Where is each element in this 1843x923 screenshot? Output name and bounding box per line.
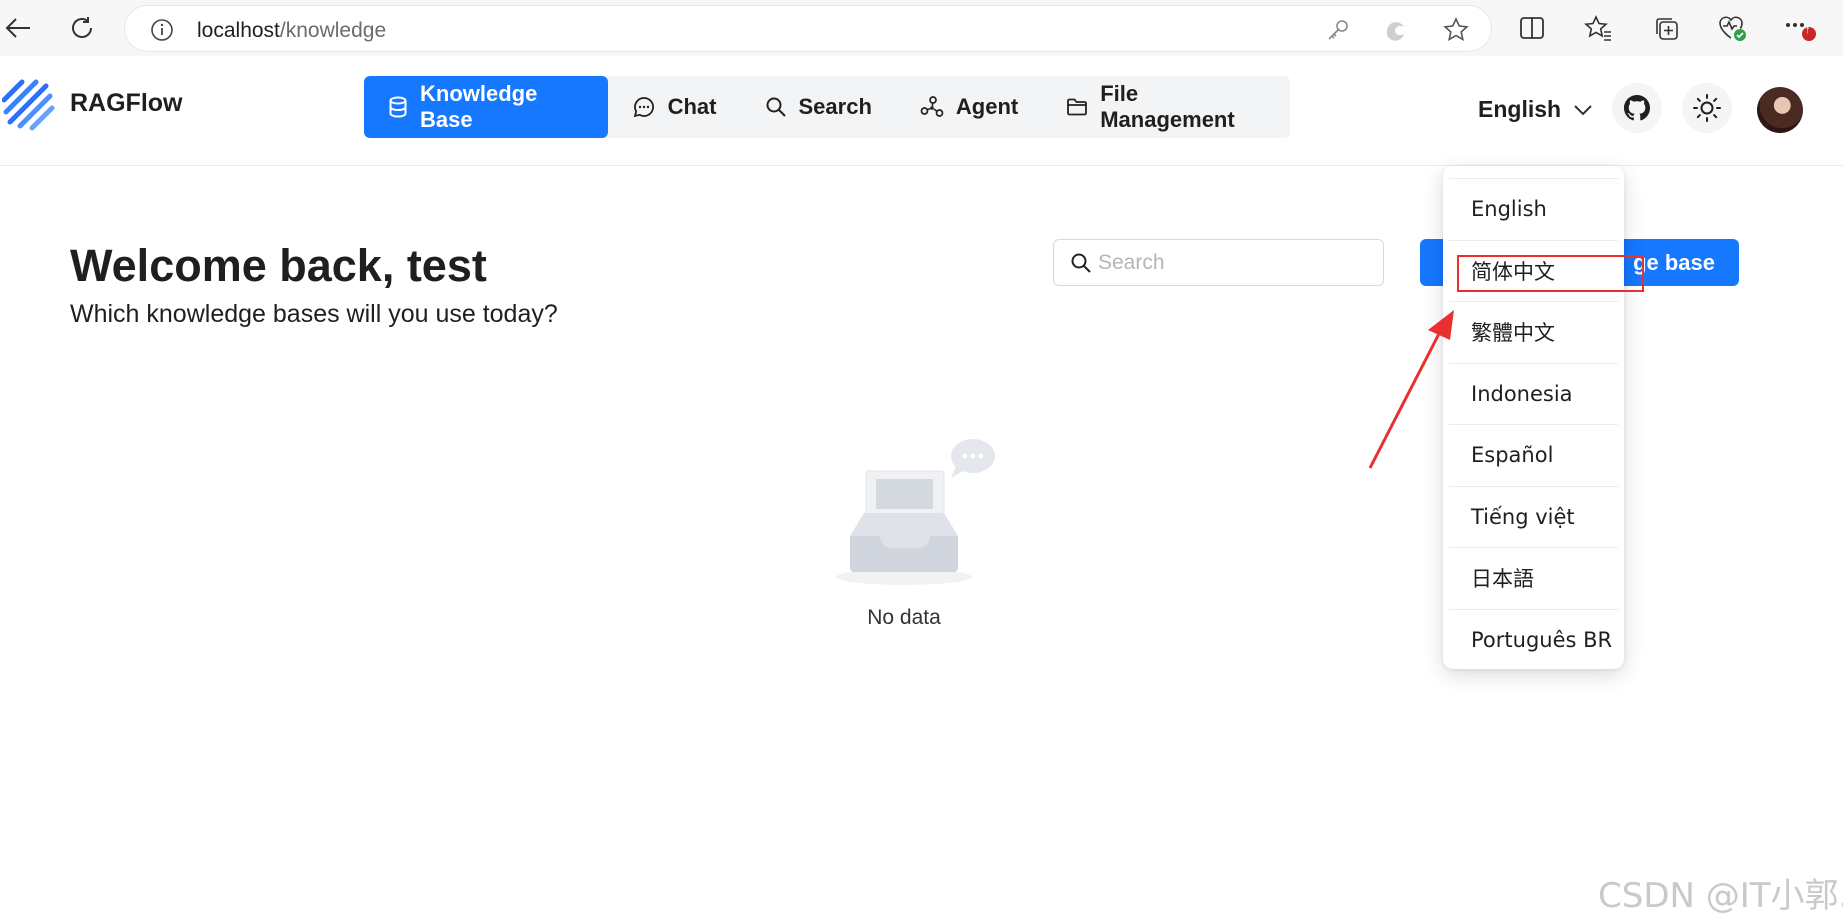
more-icon[interactable]: ↑ xyxy=(1782,10,1818,46)
chat-bubble-icon xyxy=(633,97,654,118)
main-nav: Knowledge Base Chat Search Agent File Ma… xyxy=(364,76,1290,138)
url-path: /knowledge xyxy=(279,19,387,42)
annotation-highlight-box xyxy=(1457,255,1644,292)
split-screen-icon[interactable] xyxy=(1514,10,1550,46)
page-title: Welcome back, test xyxy=(70,240,487,291)
search-icon xyxy=(766,97,786,117)
language-option[interactable]: Español xyxy=(1449,424,1618,486)
search-icon xyxy=(1071,253,1091,273)
key-icon[interactable] xyxy=(1325,17,1351,43)
nav-chat[interactable]: Chat xyxy=(608,76,741,138)
url-text[interactable]: localhost/knowledge xyxy=(197,19,386,43)
nav-knowledge-base[interactable]: Knowledge Base xyxy=(364,76,608,138)
chevron-down-icon xyxy=(1574,104,1592,115)
nav-label: File Management xyxy=(1100,81,1235,132)
avatar[interactable] xyxy=(1757,87,1803,133)
collections-icon[interactable] xyxy=(1648,10,1684,46)
nav-search[interactable]: Search xyxy=(741,76,896,138)
nav-label: Chat xyxy=(667,94,717,119)
search-input[interactable] xyxy=(1053,239,1384,286)
agent-graph-icon xyxy=(920,96,944,117)
language-option[interactable]: Tiếng việt xyxy=(1449,485,1618,548)
nav-label: Search xyxy=(798,94,872,119)
url-host: localhost xyxy=(197,19,280,42)
empty-state: No data xyxy=(832,436,1000,629)
github-icon[interactable] xyxy=(1612,83,1662,133)
folder-icon xyxy=(1067,98,1088,116)
favorites-icon[interactable] xyxy=(1580,10,1616,46)
theme-sun-icon[interactable] xyxy=(1682,83,1732,133)
page-subtitle: Which knowledge bases will you use today… xyxy=(70,300,558,328)
reload-icon[interactable] xyxy=(64,10,100,46)
nav-label: Knowledge Base xyxy=(420,81,538,132)
empty-inbox-icon xyxy=(836,439,995,585)
address-bar[interactable]: localhost/knowledge xyxy=(124,5,1492,52)
ragflow-logo-icon[interactable] xyxy=(1,78,56,132)
language-option[interactable]: English xyxy=(1449,178,1618,240)
create-button-label: ge base xyxy=(1633,249,1715,275)
language-option[interactable]: 繁體中文 xyxy=(1449,301,1618,363)
nav-agent[interactable]: Agent xyxy=(896,76,1042,138)
star-icon[interactable] xyxy=(1443,17,1469,43)
language-dropdown: English 简体中文 繁體中文 Indonesia Español Tiến… xyxy=(1443,166,1624,669)
language-label: English xyxy=(1478,96,1562,122)
nav-label: Agent xyxy=(955,94,1019,119)
info-icon[interactable] xyxy=(149,17,175,43)
annotation-arrow-icon xyxy=(1368,310,1454,469)
language-option[interactable]: Português BR xyxy=(1449,608,1618,671)
empty-text: No data xyxy=(867,606,941,629)
search-field[interactable] xyxy=(1098,248,1368,278)
back-arrow-icon[interactable] xyxy=(0,10,36,46)
notification-badge: ↑ xyxy=(1805,24,1811,36)
language-option[interactable]: Indonesia xyxy=(1449,362,1618,425)
language-selector[interactable]: English xyxy=(1478,96,1593,123)
health-icon[interactable] xyxy=(1714,10,1750,46)
database-icon xyxy=(389,96,407,118)
app-header: RAGFlow Knowledge Base Chat Search Agent… xyxy=(0,56,1843,166)
language-option[interactable]: 日本語 xyxy=(1449,547,1618,609)
watermark: CSDN @IT小郭. xyxy=(1598,876,1843,916)
brand-name[interactable]: RAGFlow xyxy=(70,89,183,118)
browser-toolbar: localhost/knowledge ↑ xyxy=(0,0,1843,56)
edge-copilot-icon[interactable] xyxy=(1383,17,1409,43)
nav-file-management[interactable]: File Management xyxy=(1042,76,1290,138)
